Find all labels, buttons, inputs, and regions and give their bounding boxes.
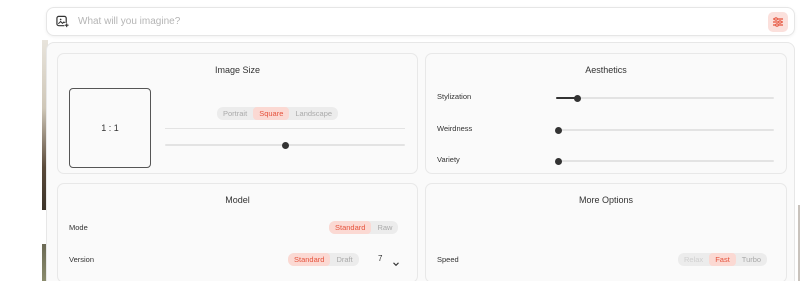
aspect-ratio-label: 1 : 1 (101, 123, 119, 133)
aspect-ratio-preview: 1 : 1 (69, 88, 151, 168)
mode-option-raw[interactable]: Raw (371, 221, 398, 234)
speed-option-turbo[interactable]: Turbo (736, 253, 767, 266)
size-option-square[interactable]: Square (253, 107, 290, 120)
slider-thumb[interactable] (281, 141, 289, 149)
mode-option-standard[interactable]: Standard (329, 221, 372, 234)
size-option-toggle: Portrait Square Landscape (217, 107, 339, 120)
version-label: Version (69, 255, 95, 264)
model-title: Model (225, 195, 250, 205)
slider-thumb[interactable] (554, 157, 562, 165)
speed-toggle: Relax Fast Turbo (678, 253, 768, 266)
mode-toggle: Standard Raw (329, 221, 399, 234)
chevron-down-icon[interactable] (392, 255, 400, 273)
settings-toggle-button[interactable] (768, 11, 788, 32)
aesthetics-card: Aesthetics Stylization Weirdness Variety (425, 53, 787, 174)
image-size-title: Image Size (214, 65, 261, 75)
aspect-ratio-slider[interactable] (165, 141, 405, 149)
speed-label: Speed (437, 255, 459, 264)
more-options-title: More Options (578, 195, 634, 205)
version-toggle: Standard Draft (288, 253, 359, 266)
more-options-card: More Options Speed Relax Fast Turbo (425, 183, 787, 281)
speed-option-fast[interactable]: Fast (709, 253, 736, 266)
mode-label: Mode (69, 223, 88, 232)
prompt-bar (46, 7, 795, 36)
version-select[interactable]: 7 (378, 254, 382, 263)
speed-option-relax[interactable]: Relax (678, 253, 709, 266)
weirdness-slider[interactable] (554, 126, 774, 134)
variety-label: Variety (437, 155, 460, 164)
size-option-portrait[interactable]: Portrait (217, 107, 253, 120)
version-option-standard[interactable]: Standard (288, 253, 331, 266)
variety-slider[interactable] (554, 157, 774, 165)
stylization-slider[interactable] (556, 94, 774, 102)
version-option-draft[interactable]: Draft (330, 253, 358, 266)
prompt-input[interactable] (78, 11, 768, 32)
model-card: Model Mode Standard Raw Version Standard… (57, 183, 418, 281)
image-plus-icon[interactable] (56, 15, 70, 29)
settings-panel: Image Size 1 : 1 Portrait Square Landsca… (46, 42, 795, 281)
stylization-label: Stylization (437, 92, 472, 101)
size-option-landscape[interactable]: Landscape (289, 107, 338, 120)
aesthetics-title: Aesthetics (585, 65, 627, 75)
sliders-icon (773, 16, 783, 27)
slider-thumb[interactable] (574, 94, 582, 102)
divider (165, 128, 405, 129)
slider-thumb[interactable] (554, 126, 562, 134)
image-size-card: Image Size 1 : 1 Portrait Square Landsca… (57, 53, 418, 174)
weirdness-label: Weirdness (437, 124, 473, 133)
